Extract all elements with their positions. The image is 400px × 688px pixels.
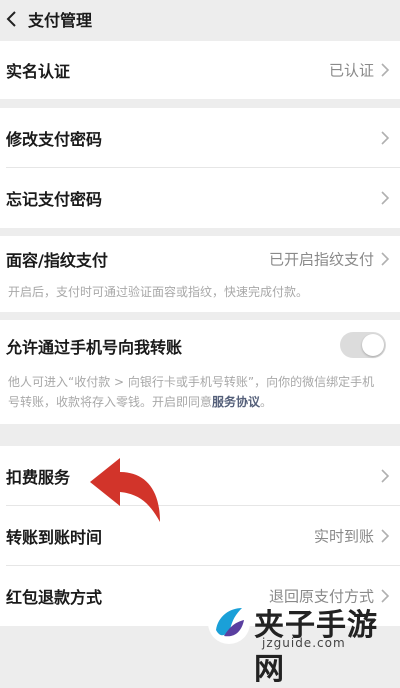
biometric-description: 开启后，支付时可通过验证面容或指纹，快速完成付款。 <box>8 285 309 299</box>
deduction-service-label: 扣费服务 <box>6 468 71 487</box>
row-phone-transfer: 允许通过手机号向我转账 <box>0 320 400 372</box>
change-password-label: 修改支付密码 <box>6 130 103 149</box>
chevron-right-icon <box>381 469 390 483</box>
section-phone-transfer: 允许通过手机号向我转账 他人可进入“收付款 > 向银行卡或手机号转账”，向你的微… <box>0 320 400 424</box>
row-deduction-service[interactable]: 扣费服务 <box>0 446 400 506</box>
identity-status: 已认证 <box>328 61 374 80</box>
watermark-logo-icon <box>208 602 250 644</box>
chevron-right-icon <box>381 131 390 145</box>
row-forgot-password[interactable]: 忘记支付密码 <box>0 168 400 228</box>
chevron-right-icon <box>381 529 390 543</box>
chevron-left-icon[interactable] <box>2 8 24 30</box>
row-biometric[interactable]: 面容/指纹支付 已开启指纹支付 <box>0 236 400 282</box>
annotation-arrow-icon <box>90 458 160 522</box>
biometric-status: 已开启指纹支付 <box>268 250 374 269</box>
description-text: 他人可进入“收付款 > 向银行卡或手机号转账”，向你的微信绑定手机号转账，收款将… <box>8 375 375 409</box>
watermark-url: jzguide.com <box>262 636 346 650</box>
biometric-label: 面容/指纹支付 <box>6 251 108 270</box>
section-biometric: 面容/指纹支付 已开启指纹支付 开启后，支付时可通过验证面容或指纹，快速完成付款… <box>0 236 400 312</box>
toggle-knob <box>362 334 384 356</box>
watermark: 夹子手游网 jzguide.com <box>204 598 400 687</box>
section-password: 修改支付密码 忘记支付密码 <box>0 108 400 228</box>
identity-label: 实名认证 <box>6 62 71 81</box>
row-change-password[interactable]: 修改支付密码 <box>0 108 400 168</box>
phone-transfer-label: 允许通过手机号向我转账 <box>6 338 183 357</box>
arrival-time-value: 实时到账 <box>313 527 374 546</box>
row-identity[interactable]: 实名认证 已认证 <box>0 41 400 99</box>
phone-transfer-toggle[interactable] <box>340 332 386 358</box>
refund-method-label: 红包退款方式 <box>6 588 103 607</box>
forgot-password-label: 忘记支付密码 <box>6 190 103 209</box>
chevron-right-icon <box>381 252 390 266</box>
row-arrival-time[interactable]: 转账到账时间 实时到账 <box>0 506 400 566</box>
chevron-right-icon <box>381 191 390 205</box>
description-end: 。 <box>260 395 273 409</box>
header-bar: 支付管理 <box>0 0 400 38</box>
service-agreement-link[interactable]: 服务协议 <box>212 395 260 409</box>
section-identity: 实名认证 已认证 <box>0 41 400 99</box>
phone-transfer-description: 他人可进入“收付款 > 向银行卡或手机号转账”，向你的微信绑定手机号转账，收款将… <box>0 372 400 412</box>
page-title: 支付管理 <box>28 11 93 30</box>
chevron-right-icon <box>381 63 390 77</box>
